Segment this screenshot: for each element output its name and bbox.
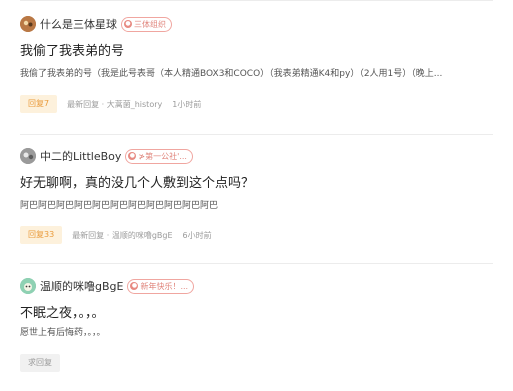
last-reply[interactable]: 最新回复 · 温顺的咪噜gBgE <box>72 230 172 241</box>
reply-count-badge[interactable]: 回复7 <box>20 95 58 113</box>
user-tag[interactable]: ● 三体组织 <box>121 16 172 32</box>
last-reply[interactable]: 最新回复 · 大蒿菌_history <box>67 99 162 110</box>
user-tag[interactable]: ● ≯第一公社'... <box>125 148 193 164</box>
post-summary[interactable]: 阿巴阿巴阿巴阿巴阿巴阿巴阿巴阿巴阿巴阿巴阿巴 <box>20 199 493 213</box>
post-summary[interactable]: 我偷了我表弟的号（我是此号表哥（本人精通BOX3和COCO）（我表弟精通K4和p… <box>20 67 493 81</box>
author-name[interactable]: 什么是三体星球 <box>40 16 117 32</box>
user-avatar-icon[interactable] <box>20 148 36 164</box>
post-title[interactable]: 我偷了我表弟的号 <box>20 43 493 61</box>
tag-label: 新年快乐！... <box>140 281 189 291</box>
author-name[interactable]: 中二的LittleBoy <box>40 148 121 164</box>
post-title[interactable]: 好无聊啊，真的没几个人敷到这个点吗？ <box>20 175 493 193</box>
post-card[interactable]: 中二的LittleBoy ● ≯第一公社'... 好无聊啊，真的没几个人敷到这个点… <box>20 146 493 244</box>
tag-badge-icon: ● <box>124 20 132 28</box>
tag-badge-icon: ● <box>128 152 137 160</box>
user-tag[interactable]: ● 新年快乐！... <box>127 278 195 294</box>
tag-label: 三体组织 <box>134 19 166 29</box>
post-divider <box>20 134 493 135</box>
post-time: 1小时前 <box>172 99 202 109</box>
top-divider <box>20 0 493 1</box>
post-time: 6小时前 <box>182 230 212 240</box>
user-avatar-icon[interactable] <box>20 278 36 294</box>
author-row: 什么是三体星球 ● 三体组织 <box>20 14 493 34</box>
author-row: 中二的LittleBoy ● ≯第一公社'... <box>20 146 493 166</box>
post-meta: 回复7 最新回复 · 大蒿菌_history 1小时前 <box>20 95 493 113</box>
post-card[interactable]: 什么是三体星球 ● 三体组织 我偷了我表弟的号 我偷了我表弟的号（我是此号表哥（本… <box>20 14 493 113</box>
post-summary[interactable]: 愿世上有后悔药，。，。 <box>20 326 493 340</box>
post-title[interactable]: 不眠之夜，。，。 <box>20 305 493 323</box>
reply-count-badge[interactable]: 回复33 <box>20 226 63 244</box>
user-avatar-icon[interactable] <box>20 16 36 32</box>
reply-count-badge[interactable]: 求回复 <box>20 354 60 372</box>
post-meta: 回复33 最新回复 · 温顺的咪噜gBgE 6小时前 <box>20 226 493 244</box>
author-name[interactable]: 温顺的咪噜gBgE <box>40 278 123 294</box>
post-meta: 求回复 <box>20 354 493 372</box>
author-row: 温顺的咪噜gBgE ● 新年快乐！... <box>20 276 493 296</box>
post-divider <box>20 263 493 264</box>
tag-label: ≯第一公社'... <box>138 151 187 161</box>
post-card[interactable]: 温顺的咪噜gBgE ● 新年快乐！... 不眠之夜，。，。 愿世上有后悔药，。，。… <box>20 276 493 372</box>
tag-badge-icon: ● <box>130 282 139 290</box>
